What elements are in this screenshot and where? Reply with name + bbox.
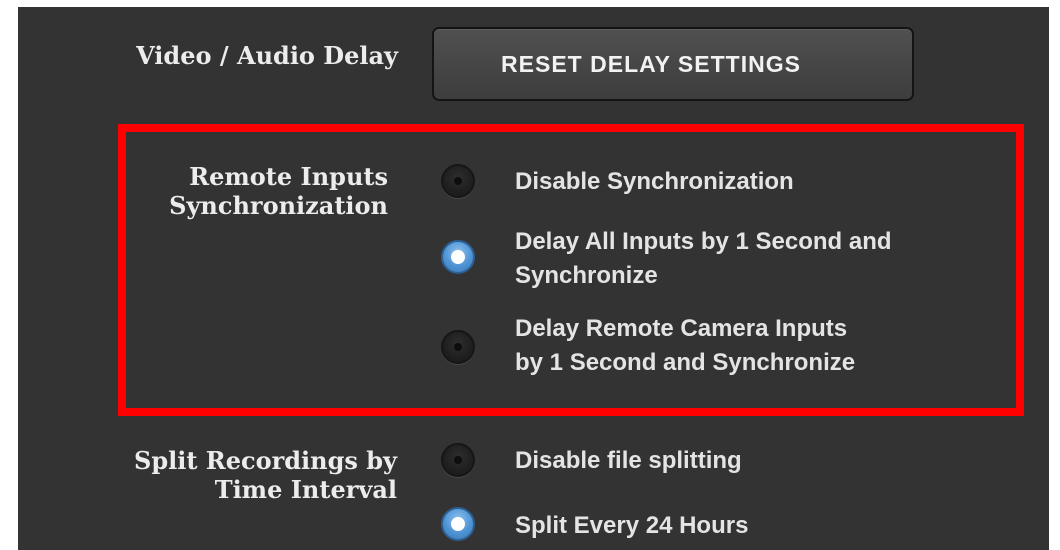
remote-inputs-sync-label-line2: Synchronization [169,191,388,220]
radio-disable-file-splitting[interactable] [441,443,475,477]
remote-inputs-sync-label: Remote Inputs Synchronization [0,162,388,220]
option-delay-all-inputs-line1: Delay All Inputs by 1 Second and [515,228,892,255]
radio-delay-all-inputs[interactable] [441,240,475,274]
radio-split-every-24-hours[interactable] [441,507,475,541]
option-disable-synchronization[interactable]: Disable Synchronization [515,165,794,199]
radio-delay-remote-camera-inputs[interactable] [441,330,475,364]
option-split-every-24-hours[interactable]: Split Every 24 Hours [515,509,748,543]
remote-inputs-sync-label-line1: Remote Inputs [189,162,388,191]
split-recordings-label: Split Recordings by Time Interval [0,446,397,504]
split-recordings-label-line2: Time Interval [214,475,397,504]
video-audio-delay-label: Video / Audio Delay [136,41,398,70]
option-delay-remote-camera-inputs[interactable]: Delay Remote Camera Inputs by 1 Second a… [515,312,855,380]
settings-panel: Video / Audio Delay RESET DELAY SETTINGS… [0,0,1060,550]
reset-delay-settings-button[interactable]: RESET DELAY SETTINGS [432,27,914,101]
option-delay-remote-camera-line2: by 1 Second and Synchronize [515,349,856,376]
split-recordings-label-line1: Split Recordings by [134,446,397,475]
right-edge [1049,0,1060,550]
radio-disable-synchronization[interactable] [441,164,475,198]
option-disable-file-splitting[interactable]: Disable file splitting [515,444,742,478]
option-delay-all-inputs[interactable]: Delay All Inputs by 1 Second and Synchro… [515,225,892,293]
top-edge [0,0,1060,7]
option-delay-remote-camera-line1: Delay Remote Camera Inputs [515,315,848,342]
option-delay-all-inputs-line2: Synchronize [515,262,658,289]
